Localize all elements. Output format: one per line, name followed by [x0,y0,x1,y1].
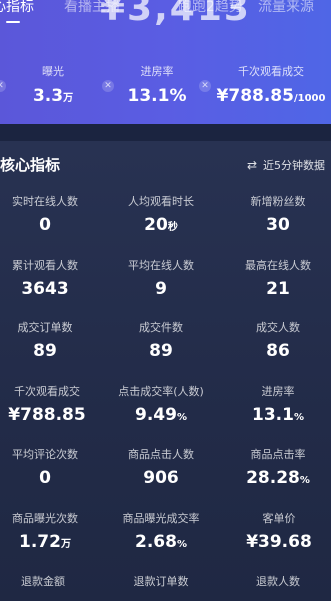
metric-product-clicks: 商品点击人数 906 [106,447,216,488]
metric-value: 0 [39,468,51,488]
metric-label: 客单价 [262,512,296,525]
kpi-enter-rate: 进房率 13.1% [102,64,212,106]
metric-value: 9 [155,279,167,299]
metric-label: 成交订单数 [17,321,73,334]
metric-label: 实时在线人数 [12,195,78,208]
metric-online-now: 实时在线人数 0 [0,194,100,235]
metric-label: 最高在线人数 [245,259,311,272]
metric-label: 退款金额 [21,575,65,588]
metric-value: 21 [266,279,290,299]
metric-value: 30 [266,215,290,235]
metric-avg-watch: 人均观看时长 20秒 [106,194,216,235]
metric-value: 0 [39,215,51,235]
metric-refund-buyers: 退款人数 [223,574,331,589]
metric-value: 20秒 [144,215,178,235]
metric-label: 商品点击人数 [128,448,194,461]
kpi-value: 13.1% [127,86,187,106]
section-title: 核心指标 [0,156,61,174]
metric-avg-online: 平均在线人数 9 [106,258,216,299]
metric-value: 3643 [21,279,69,299]
metric-label: 平均在线人数 [128,259,194,272]
metric-value: 13.1% [252,405,304,425]
metric-refund-orders: 退款订单数 [106,574,216,589]
metric-label: 点击成交率(人数) [118,385,204,398]
metric-new-fans: 新增粉丝数 30 [223,194,331,235]
metric-label: 千次观看成交 [14,385,80,398]
gmv-value: ¥3,413 [100,0,251,29]
metric-label: 成交人数 [256,321,300,334]
metric-orders: 成交订单数 89 [0,320,100,361]
metric-value: 89 [33,341,57,361]
overview-header: 心指标 看播主播 跑跑2趋势 流量来源 ¥3,413 曝光 3.3万 ✕ ✕ 进… [0,0,331,124]
metric-value: 86 [266,341,290,361]
metric-buyers: 成交人数 86 [223,320,331,361]
metric-value: 89 [149,341,173,361]
metric-value: 906 [143,468,179,488]
metric-value: 1.72万 [19,532,71,552]
metric-items-sold: 成交件数 89 [106,320,216,361]
tab-traffic-source[interactable]: 流量来源 [258,0,314,16]
kpi-row: 曝光 3.3万 ✕ ✕ 进房率 13.1% ✕ 千次观看成交 ¥788.85/1… [0,64,331,114]
refresh-label: 近5分钟数据 [263,159,325,172]
metric-label: 进房率 [261,385,295,398]
metric-value: 2.68% [135,532,187,552]
metric-max-online: 最高在线人数 21 [223,258,331,299]
metric-click-conversion: 点击成交率(人数) 9.49% [106,384,216,425]
metric-product-exposures: 商品曝光次数 1.72万 [0,511,100,552]
tab-core-metrics[interactable]: 心指标 [0,0,34,16]
kpi-label: 曝光 [42,65,64,78]
metric-label: 商品曝光次数 [12,512,78,525]
metric-value: ¥788.85 [8,405,86,425]
kpi-gpm: 千次观看成交 ¥788.85/1000 [216,64,326,106]
metric-value: ¥39.68 [246,532,312,552]
kpi-value: ¥788.85/1000 [216,86,326,106]
swap-icon: ⇄ [247,158,258,172]
metric-refund-amount: 退款金额 [0,574,98,589]
metric-gpm: 千次观看成交 ¥788.85 [0,384,102,425]
metric-label: 累计观看人数 [12,259,78,272]
refresh-toggle[interactable]: ⇄ 近5分钟数据 [247,157,325,173]
kpi-label: 进房率 [140,65,174,78]
metric-total-viewers: 累计观看人数 3643 [0,258,100,299]
metric-label: 商品点击率 [250,448,306,461]
kpi-value: 3.3万 [32,86,74,106]
kpi-label: 千次观看成交 [238,65,304,78]
metric-value: 9.49% [135,405,187,425]
metric-value: 28.28% [246,468,310,488]
metric-label: 成交件数 [139,321,183,334]
metric-exposure-conversion: 商品曝光成交率 2.68% [106,511,216,552]
metric-avg-comments: 平均评论次数 0 [0,447,100,488]
metric-label: 退款人数 [256,575,300,588]
active-tab-indicator [6,21,20,23]
metric-avg-order-value: 客单价 ¥39.68 [224,511,331,552]
metric-enter-rate: 进房率 13.1% [223,384,331,425]
metric-label: 平均评论次数 [12,448,78,461]
kpi-exposure: 曝光 3.3万 [0,64,108,106]
metric-label: 新增粉丝数 [250,195,306,208]
metric-label: 人均观看时长 [128,195,194,208]
metric-product-ctr: 商品点击率 28.28% [223,447,331,488]
close-icon: ✕ [199,80,211,92]
metric-label: 商品曝光成交率 [122,512,200,525]
metric-label: 退款订单数 [133,575,189,588]
